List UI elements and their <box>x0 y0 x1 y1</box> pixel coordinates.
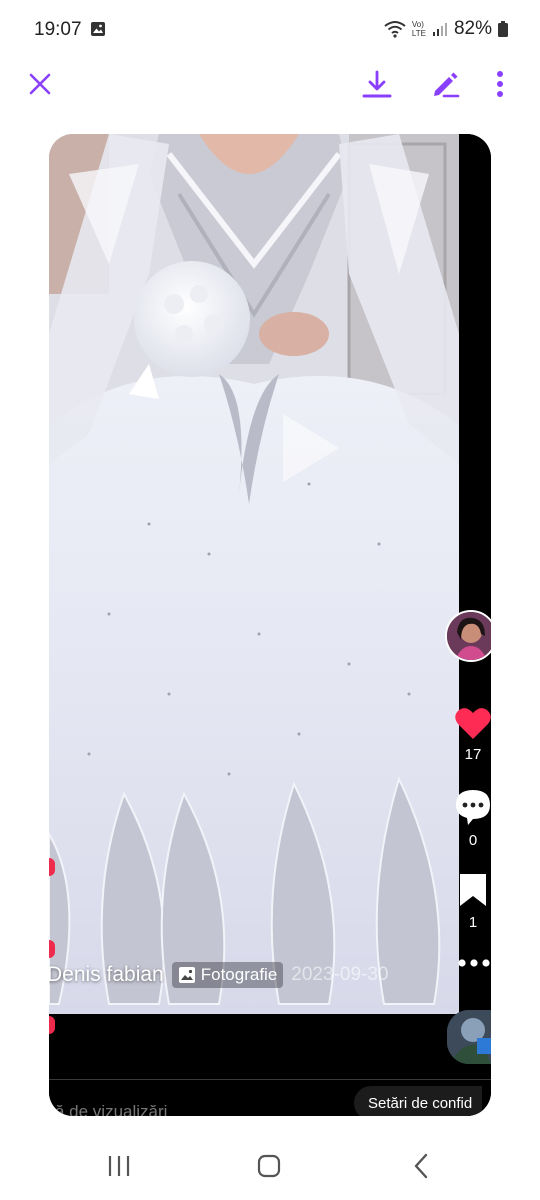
download-button[interactable] <box>355 62 399 106</box>
bookmark-icon <box>460 874 486 906</box>
save-count: 1 <box>468 914 478 931</box>
edit-icon <box>434 72 460 98</box>
wedding-dress-illustration <box>49 134 459 1014</box>
volte-indicator: Vo) LTE <box>412 20 426 38</box>
recent-apps-button[interactable] <box>89 1144 149 1188</box>
gallery-notification-icon <box>91 22 105 36</box>
views-text: ă de vizualizări <box>55 1102 168 1116</box>
music-disc-avatar[interactable] <box>447 1010 491 1064</box>
download-icon <box>362 70 392 98</box>
lte-label: LTE <box>411 29 426 38</box>
save-button[interactable]: 1 <box>453 872 491 931</box>
edit-button[interactable] <box>423 62 467 106</box>
recent-apps-icon <box>108 1156 130 1176</box>
privacy-settings-label: Setări de confid <box>368 1094 473 1112</box>
video-caption: Denis fabian Fotografie 2023-09-30 <box>49 962 389 988</box>
signal-icon <box>432 23 447 36</box>
video-preview-card[interactable]: Denis fabian Fotografie 2023-09-30 17 0 … <box>49 134 491 1116</box>
home-button[interactable] <box>239 1144 299 1188</box>
more-options-button[interactable] <box>478 62 522 106</box>
privacy-settings-button[interactable]: Setări de confid <box>354 1086 483 1116</box>
volte-label: Vo) <box>411 20 424 29</box>
more-vertical-icon <box>497 71 503 97</box>
wedding-dress-photo: Denis fabian Fotografie 2023-09-30 <box>49 134 459 1014</box>
close-icon <box>29 73 51 95</box>
battery-percent: 82% <box>453 18 492 39</box>
status-time: 19:07 <box>34 19 82 40</box>
photo-type-badge: Fotografie <box>171 962 284 988</box>
like-count: 17 <box>464 746 482 763</box>
more-horizontal-icon[interactable] <box>457 958 491 968</box>
photo-icon <box>178 967 195 983</box>
heart-icon <box>455 708 491 739</box>
creator-avatar[interactable] <box>445 610 491 662</box>
avatar-image <box>447 612 491 660</box>
comment-button[interactable]: 0 <box>453 788 491 849</box>
back-button[interactable] <box>391 1144 451 1188</box>
comment-icon <box>456 790 490 825</box>
home-icon <box>257 1154 281 1178</box>
music-avatar-image <box>447 1010 491 1064</box>
author-name[interactable]: Denis fabian <box>49 963 164 987</box>
back-icon <box>414 1153 428 1179</box>
status-indicators: Vo) LTE 82% <box>384 18 508 40</box>
status-bar: 19:07 Vo) LTE 82% <box>0 0 540 60</box>
comment-count: 0 <box>468 832 478 849</box>
play-icon[interactable] <box>281 412 341 484</box>
like-button[interactable]: 17 <box>453 706 491 763</box>
post-date: 2023-09-30 <box>291 964 389 985</box>
photo-type-label: Fotografie <box>200 965 278 984</box>
system-navigation-bar <box>0 1130 540 1200</box>
battery-icon <box>498 21 508 37</box>
divider <box>49 1079 491 1080</box>
wifi-icon <box>384 21 406 38</box>
close-button[interactable] <box>18 62 62 106</box>
